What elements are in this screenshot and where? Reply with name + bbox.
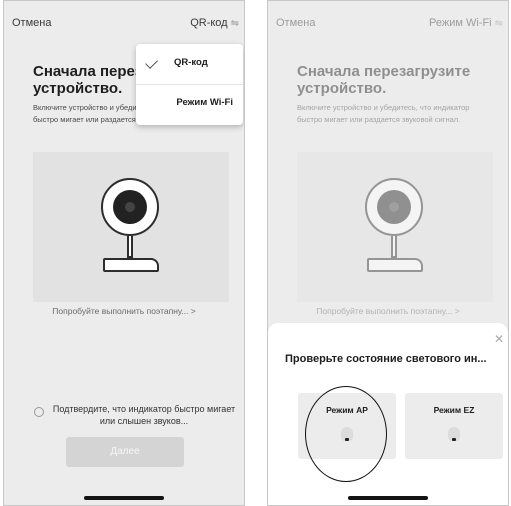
right-phone-screen: Отмена Режим Wi-Fi ⇋ Сначала перезагрузит… [267, 0, 509, 506]
mode-switch-button[interactable]: Режим Wi-Fi ⇋ [429, 17, 503, 29]
step-by-step-link[interactable]: Попробуйте выполнить поэтапну... > [268, 306, 508, 316]
page-description: Включите устройство и убедитесь, что инд… [297, 103, 470, 124]
indicator-light-icon [448, 427, 460, 441]
highlight-circle-annotation [305, 386, 387, 482]
camera-lens [113, 190, 147, 224]
cancel-button[interactable]: Отмена [276, 17, 315, 29]
camera-lens [377, 190, 411, 224]
top-bar: Отмена QR-код ⇋ [4, 1, 244, 47]
mode-card-label: Режим EZ [433, 405, 475, 415]
mode-card-ez[interactable]: Режим EZ [405, 393, 503, 459]
camera-stand [391, 236, 397, 258]
left-phone-screen: Отмена QR-код ⇋ Сначала перезагрузите уст… [3, 0, 245, 506]
swap-icon: ⇋ [230, 18, 239, 29]
camera-base [367, 258, 423, 272]
top-bar: Отмена Режим Wi-Fi ⇋ [268, 1, 508, 47]
sheet-title: Проверьте состояние светового ин... [285, 353, 487, 365]
mode-label: Режим Wi-Fi [428, 17, 492, 29]
camera-base [103, 258, 159, 272]
light-status-bottom-sheet: ✕ Проверьте состояние светового ин... Ре… [268, 323, 508, 505]
camera-head [101, 178, 159, 236]
camera-illustration [297, 152, 493, 302]
home-indicator [348, 496, 428, 500]
mode-switch-button[interactable]: QR-код ⇋ [190, 17, 239, 29]
mode-dropdown-menu: QR-код Режим Wi-Fi [136, 44, 243, 125]
cancel-button[interactable]: Отмена [12, 17, 51, 29]
camera-head [365, 178, 423, 236]
camera-stand [127, 236, 133, 258]
camera-illustration [33, 152, 229, 302]
checkmark-icon [145, 56, 158, 69]
dropdown-item-qr-code[interactable]: QR-код [136, 44, 243, 85]
confirm-text: Подтвердите, что индикатор быстро мигает… [52, 404, 236, 426]
dropdown-item-label: Режим Wi-Fi [176, 97, 233, 108]
confirm-checkbox-row[interactable]: Подтвердите, что индикатор быстро мигает… [34, 403, 235, 433]
step-by-step-link[interactable]: Попробуйте выполнить поэтапну... > [4, 306, 244, 316]
next-button[interactable]: Далее [66, 437, 184, 467]
close-icon[interactable]: ✕ [494, 333, 504, 345]
mode-label: QR-код [190, 17, 228, 29]
dropdown-item-wifi-mode[interactable]: Режим Wi-Fi [136, 84, 243, 124]
confirm-radio[interactable] [34, 407, 44, 417]
home-indicator [84, 496, 164, 500]
swap-icon: ⇋ [494, 18, 503, 29]
dropdown-item-label: QR-код [174, 57, 208, 68]
page-heading: Сначала перезагрузите устройство. [297, 63, 471, 97]
